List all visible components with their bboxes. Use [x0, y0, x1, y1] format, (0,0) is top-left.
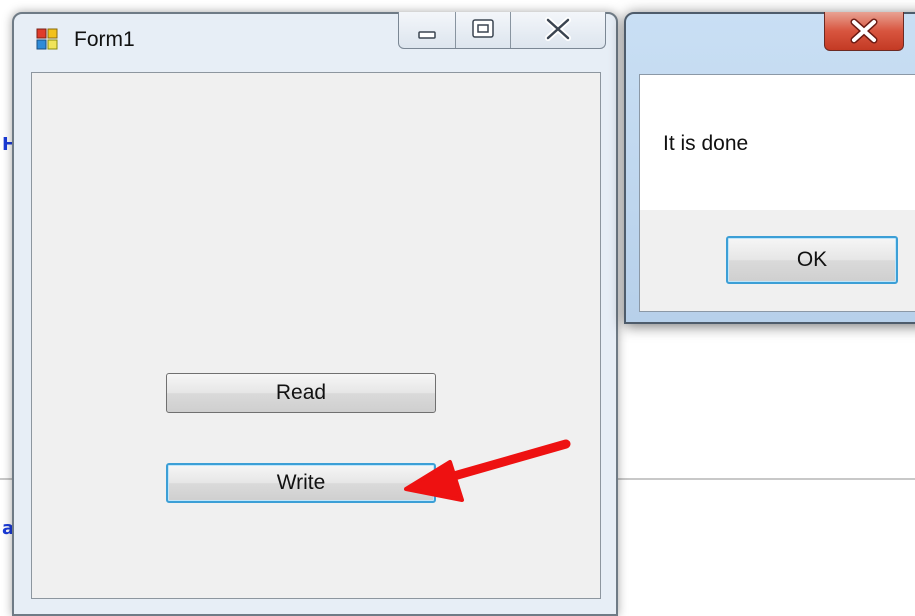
form-title: Form1 — [74, 28, 135, 51]
annotation-arrow-icon — [404, 439, 571, 502]
close-button[interactable] — [511, 12, 605, 48]
close-icon — [850, 18, 878, 44]
winforms-app-icon — [36, 28, 58, 50]
message-box-footer: OK — [640, 210, 915, 311]
message-box-close-button[interactable] — [824, 12, 904, 51]
ok-button[interactable]: OK — [726, 236, 898, 284]
restore-button[interactable] — [456, 12, 511, 48]
minimize-button[interactable] — [399, 12, 456, 48]
minimize-icon — [418, 31, 436, 39]
form-client-area: Read Write — [31, 72, 601, 599]
caption-buttons — [398, 12, 606, 49]
close-icon — [545, 17, 571, 41]
message-box-window: It is done OK — [624, 12, 915, 324]
message-text: It is done — [663, 132, 749, 155]
read-button[interactable]: Read — [166, 373, 436, 413]
write-button[interactable]: Write — [166, 463, 436, 503]
form1-window: Form1 Read Write — [12, 12, 618, 616]
restore-icon — [472, 19, 494, 38]
message-box-body: It is done OK — [639, 74, 915, 312]
